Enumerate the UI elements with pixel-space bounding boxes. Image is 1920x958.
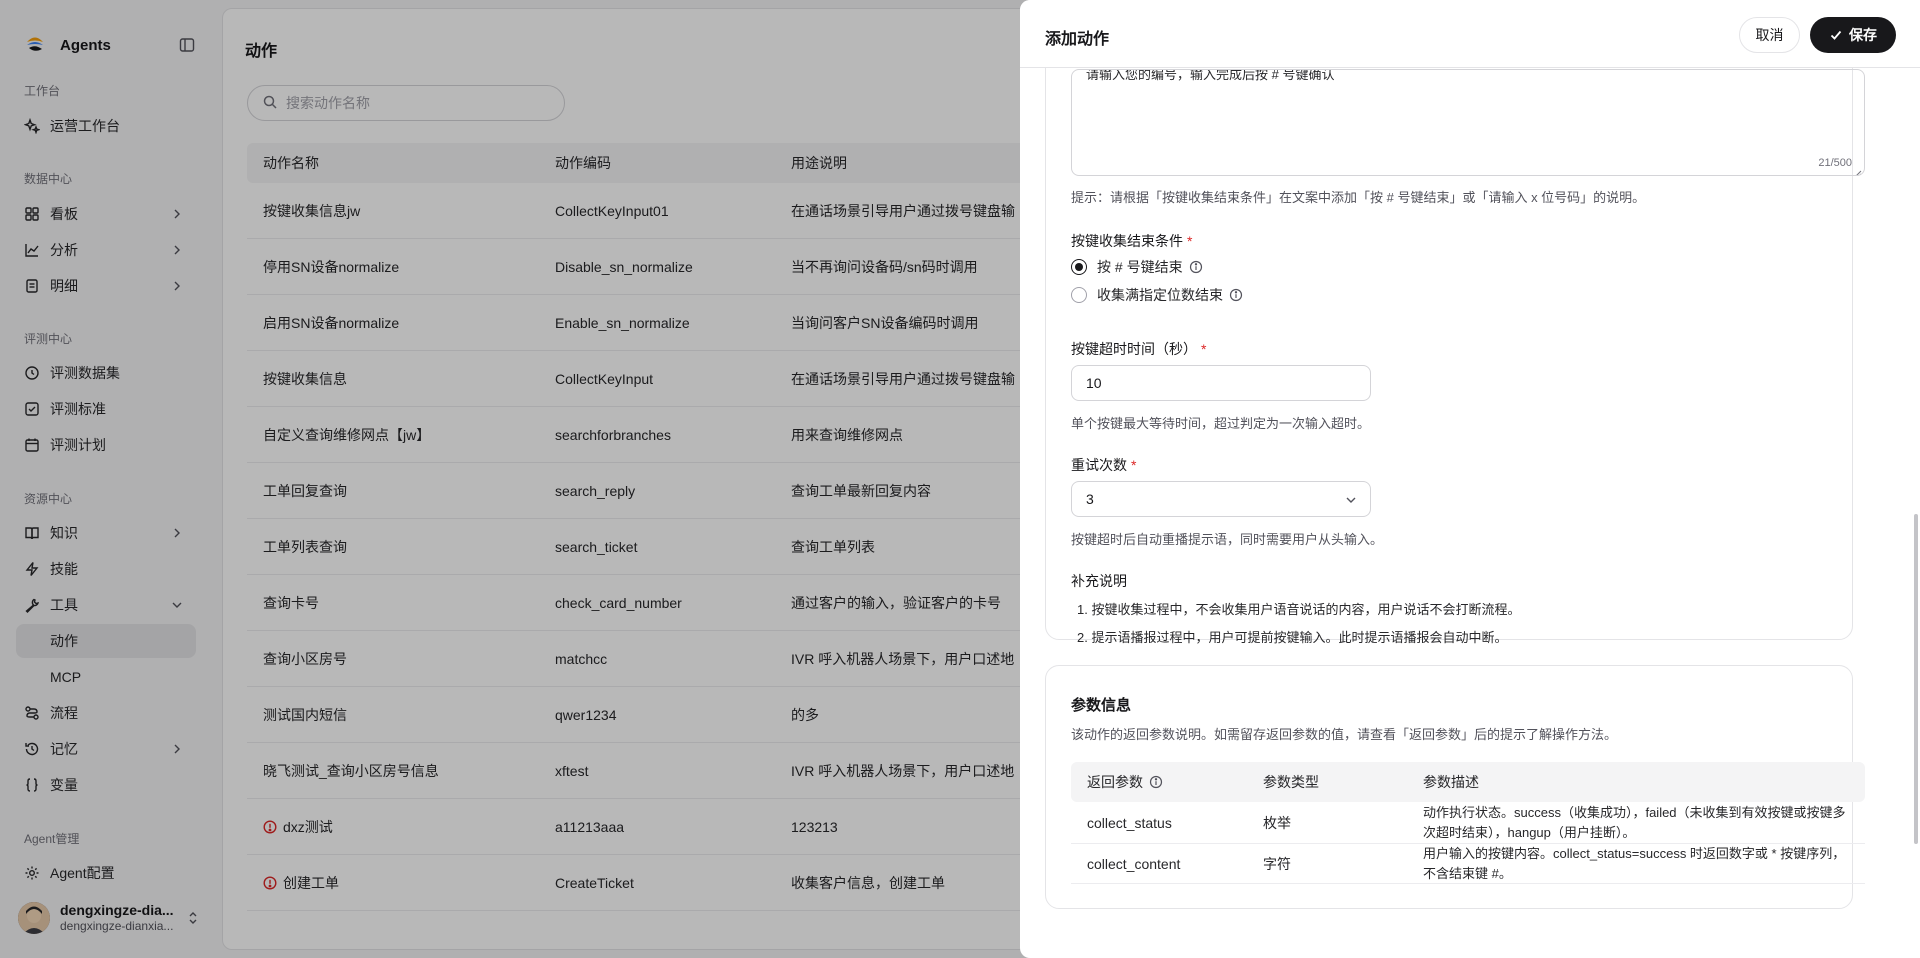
timeout-value: 10 <box>1086 375 1102 391</box>
prompt-textarea[interactable]: 请输入您的编号，输入完成后按 # 号键确认 21/500 <box>1071 69 1865 176</box>
timeout-hint: 单个按键最大等待时间，超过判定为一次输入超时。 <box>1071 416 1371 431</box>
params-table-row: collect_status 枚举 动作执行状态。success（收集成功），fai… <box>1071 802 1865 844</box>
param-type: 枚举 <box>1263 814 1291 831</box>
cancel-button[interactable]: 取消 <box>1739 17 1800 53</box>
column-header-label: 返回参数 <box>1087 774 1143 790</box>
drawer-header: 添加动作 取消 保存 <box>1020 0 1920 68</box>
radio-label: 收集满指定位数结束 <box>1097 287 1223 303</box>
radio-label: 按 # 号键结束 <box>1097 259 1183 275</box>
params-title: 参数信息 <box>1071 697 1132 714</box>
retry-label: 重试次数 * <box>1071 455 1136 475</box>
required-mark: * <box>1131 457 1137 473</box>
note-item: 1. 按键收集过程中，不会收集用户语音说话的内容，用户说话不会打断流程。 <box>1077 602 1521 617</box>
retry-select[interactable]: 3 <box>1071 481 1371 517</box>
timeout-label: 按键超时时间（秒） * <box>1071 339 1206 359</box>
retry-hint: 按键超时后自动重播提示语，同时需要用户从头输入。 <box>1071 532 1384 547</box>
retry-value: 3 <box>1086 491 1094 507</box>
info-icon[interactable] <box>1189 260 1203 274</box>
radio-end-hash[interactable]: 按 # 号键结束 <box>1071 257 1203 277</box>
save-button[interactable]: 保存 <box>1810 17 1896 53</box>
param-desc: 动作执行状态。success（收集成功），failed（未收集到有效按键或按键多… <box>1423 805 1846 840</box>
params-table: 返回参数 参数类型 参数描述 collect_status 枚举 动作执行状态。su… <box>1071 762 1865 884</box>
column-header-return-param: 返回参数 <box>1071 772 1263 792</box>
retry-label-text: 重试次数 <box>1071 457 1127 473</box>
drawer-title: 添加动作 <box>1045 31 1110 48</box>
column-header-param-type: 参数类型 <box>1263 774 1319 790</box>
timeout-label-text: 按键超时时间（秒） <box>1071 341 1197 357</box>
notes-title: 补充说明 <box>1071 573 1127 589</box>
chevron-down-icon <box>1344 493 1358 507</box>
required-mark: * <box>1201 341 1207 357</box>
params-info-card: 参数信息 该动作的返回参数说明。如需留存返回参数的值，请查看「返回参数」后的提示… <box>1045 665 1865 909</box>
drawer-scrollbar[interactable] <box>1912 68 1920 958</box>
param-type: 字符 <box>1263 855 1291 872</box>
key-collect-config-card: 请输入您的编号，输入完成后按 # 号键确认 21/500 提示：请根据「按键收集… <box>1045 68 1865 645</box>
resize-grip-icon[interactable] <box>1854 165 1862 175</box>
radio-end-digits[interactable]: 收集满指定位数结束 <box>1071 285 1243 305</box>
timeout-input[interactable]: 10 <box>1071 365 1371 401</box>
end-condition-label-text: 按键收集结束条件 <box>1071 233 1183 249</box>
param-name: collect_status <box>1087 814 1172 831</box>
params-desc: 该动作的返回参数说明。如需留存返回参数的值，请查看「返回参数」后的提示了解操作方… <box>1071 727 1618 742</box>
param-desc: 用户输入的按键内容。collect_status=success 时返回数字或 … <box>1423 846 1846 881</box>
prompt-text: 请输入您的编号，输入完成后按 # 号键确认 <box>1086 69 1335 82</box>
radio-button-checked[interactable] <box>1071 259 1087 275</box>
radio-button-unchecked[interactable] <box>1071 287 1087 303</box>
save-label: 保存 <box>1849 27 1877 43</box>
note-item: 2. 提示语播报过程中，用户可提前按键输入。此时提示语播报会自动中断。 <box>1077 630 1508 645</box>
info-icon[interactable] <box>1149 775 1163 789</box>
required-mark: * <box>1187 233 1193 249</box>
params-table-body: collect_status 枚举 动作执行状态。success（收集成功），fai… <box>1071 802 1865 884</box>
param-name: collect_content <box>1087 855 1181 872</box>
check-icon <box>1830 30 1842 40</box>
prompt-char-count: 21/500 <box>1818 157 1852 169</box>
params-table-row: collect_content 字符 用户输入的按键内容。collect_statu… <box>1071 844 1865 884</box>
end-condition-label: 按键收集结束条件 * <box>1071 231 1192 251</box>
prompt-hint: 提示：请根据「按键收集结束条件」在文案中添加「按 # 号键结束」或「请输入 x … <box>1071 190 1646 205</box>
drawer-body: 请输入您的编号，输入完成后按 # 号键确认 21/500 提示：请根据「按键收集… <box>1020 68 1920 958</box>
info-icon[interactable] <box>1229 288 1243 302</box>
scrollbar-thumb[interactable] <box>1914 514 1918 844</box>
column-header-param-desc: 参数描述 <box>1423 773 1479 790</box>
add-action-drawer: 添加动作 取消 保存 请输入您的编号，输入完成后按 # 号键确认 21/500 … <box>1020 0 1920 958</box>
params-table-header: 返回参数 参数类型 参数描述 <box>1071 762 1865 802</box>
